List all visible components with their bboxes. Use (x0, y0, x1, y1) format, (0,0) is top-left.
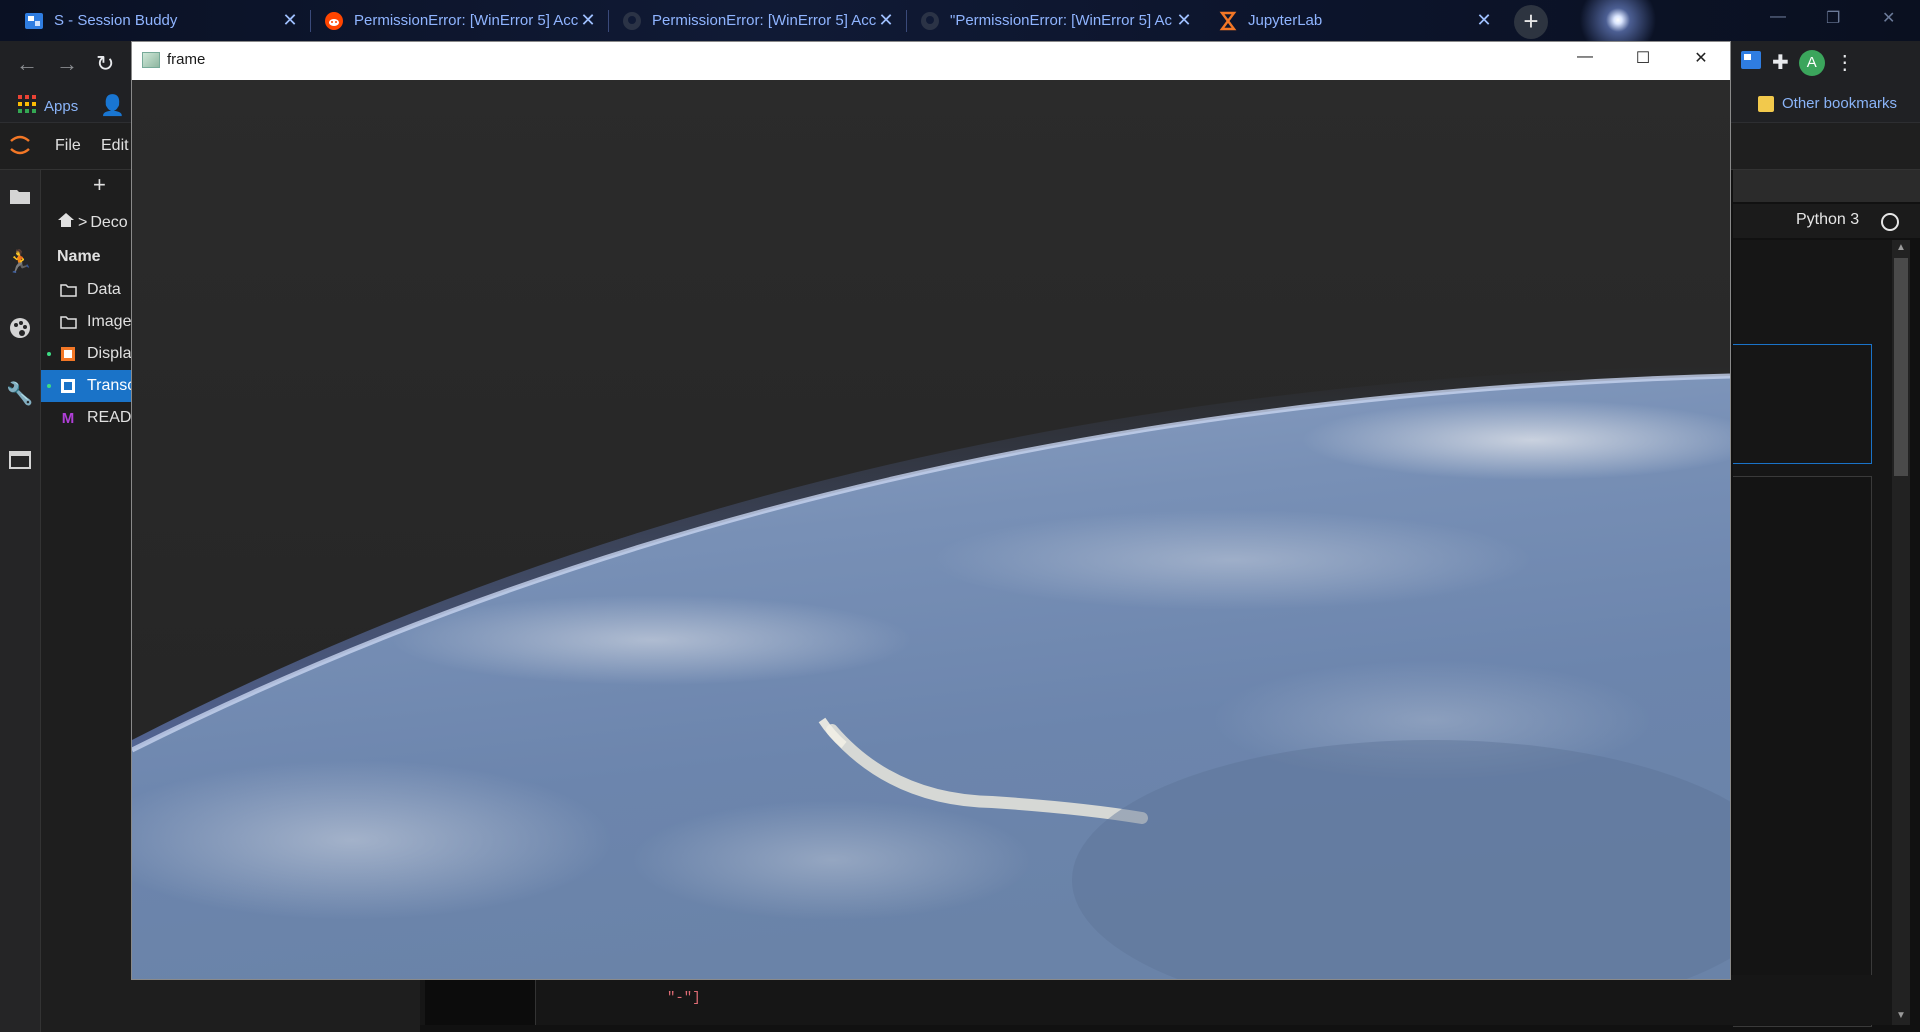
code-cell-bottom (420, 975, 1892, 1025)
frame-window-title: frame (167, 51, 206, 68)
app-window-icon (142, 52, 160, 68)
tab-title: PermissionError: [WinError 5] Acc (652, 12, 876, 29)
markdown-icon: M (61, 409, 75, 427)
forward-icon[interactable]: → (56, 51, 78, 77)
reload-icon[interactable]: ↻ (96, 51, 114, 77)
code-line: "-"] (667, 990, 701, 1006)
tab-title: S - Session Buddy (54, 12, 178, 29)
folder-icon (59, 314, 77, 330)
extension-icon-session-buddy[interactable] (1740, 49, 1762, 76)
notebook-icon (59, 378, 77, 394)
browser-tab-strip: S - Session Buddy ✕ PermissionError: [Wi… (0, 0, 1920, 41)
column-header-name[interactable]: Name (57, 248, 101, 266)
bookmark-other-label: Other bookmarks (1782, 95, 1898, 112)
menu-kebab-icon[interactable]: ⋮ (1835, 50, 1855, 75)
apps-grid-icon (18, 95, 36, 117)
back-icon[interactable]: ← (16, 51, 38, 77)
close-icon[interactable]: ✕ (280, 10, 300, 31)
notebook-scrollbar[interactable]: ▲ ▼ (1892, 240, 1910, 1025)
close-icon[interactable]: ✕ (1474, 10, 1494, 31)
frame-titlebar[interactable]: frame — ☐ ✕ (132, 42, 1730, 80)
menu-file[interactable]: File (55, 137, 81, 155)
video-frame-canvas (132, 80, 1730, 979)
person-icon[interactable]: 👤 (100, 93, 125, 118)
new-launcher-button[interactable]: + (93, 172, 106, 198)
breadcrumb-folder[interactable]: Deco (90, 214, 127, 232)
close-icon[interactable]: ✕ (1678, 48, 1724, 74)
earth-horizon-image (132, 80, 1730, 979)
tab-session-buddy[interactable]: S - Session Buddy ✕ (12, 0, 312, 41)
scroll-thumb[interactable] (1894, 258, 1908, 476)
code-text: "-"] (667, 990, 701, 1006)
github-icon (920, 11, 940, 31)
close-window-icon[interactable]: ✕ (1882, 8, 1895, 28)
menu-edit[interactable]: Edit (101, 137, 129, 155)
scroll-down-icon[interactable]: ▼ (1894, 1010, 1908, 1021)
tab-reddit-permission-error[interactable]: PermissionError: [WinError 5] Acc ✕ (312, 0, 610, 41)
kernel-name[interactable]: Python 3 (1796, 211, 1859, 229)
tab-jupyterlab[interactable]: JupyterLab ✕ (1206, 0, 1506, 41)
tab-title: PermissionError: [WinError 5] Acc (354, 12, 578, 29)
tab-title: JupyterLab (1248, 12, 1323, 29)
breadcrumb-separator: > (78, 213, 88, 231)
puzzle-icon[interactable]: ✚ (1772, 50, 1789, 75)
reddit-icon (324, 11, 344, 31)
notebook-toolbar: Python 3 (1733, 204, 1920, 238)
tabs-icon[interactable] (8, 448, 32, 472)
running-icon[interactable]: 🏃 (6, 249, 33, 274)
minimize-icon[interactable]: — (1562, 48, 1608, 74)
bookmark-apps-label: Apps (44, 97, 79, 115)
github-icon (622, 11, 642, 31)
close-icon[interactable]: ✕ (1174, 10, 1194, 31)
bookmark-other[interactable]: Other bookmarks (1758, 95, 1897, 112)
wrench-icon[interactable]: 🔧 (6, 381, 33, 406)
minimize-icon[interactable]: — (1770, 8, 1786, 26)
running-indicator (47, 384, 51, 388)
tab-github-permission-error[interactable]: PermissionError: [WinError 5] Acc ✕ (610, 0, 908, 41)
extension-area: ✚ A ⋮ (1712, 49, 1855, 76)
restore-icon[interactable]: ❐ (1826, 8, 1840, 28)
jupyter-icon (1218, 11, 1238, 31)
jupyter-logo-icon (8, 133, 32, 162)
notebook-tab-bar (1733, 170, 1920, 202)
home-icon[interactable] (57, 212, 75, 233)
cell-prompt-gutter (425, 975, 536, 1025)
session-buddy-icon (24, 11, 44, 31)
tab-title: "PermissionError: [WinError 5] Ac (950, 12, 1173, 29)
frame-window: frame — ☐ ✕ (131, 41, 1731, 980)
tab-divider (310, 10, 311, 32)
code-cell[interactable] (1733, 476, 1872, 1027)
new-tab-button[interactable]: + (1514, 5, 1548, 39)
tab-divider (608, 10, 609, 32)
folder-icon (59, 282, 77, 298)
running-indicator (47, 352, 51, 356)
file-name: Transc (87, 377, 136, 394)
scroll-up-icon[interactable]: ▲ (1894, 242, 1908, 253)
file-name: Image (87, 313, 132, 330)
active-cell[interactable] (1733, 344, 1872, 464)
close-icon[interactable]: ✕ (578, 10, 598, 31)
breadcrumb: > Deco (57, 212, 128, 233)
kernel-status-icon (1881, 213, 1899, 231)
maximize-icon[interactable]: ☐ (1620, 48, 1666, 74)
bookmark-apps[interactable]: Apps (18, 95, 78, 117)
jupyter-activity-bar: 🏃 🔧 (0, 170, 41, 1032)
close-icon[interactable]: ✕ (876, 10, 896, 31)
tab-github-permission-error-2[interactable]: "PermissionError: [WinError 5] Ac ✕ (908, 0, 1206, 41)
palette-icon[interactable] (8, 316, 32, 340)
tab-divider (906, 10, 907, 32)
file-name: Data (87, 281, 121, 298)
folder-icon (1758, 95, 1774, 112)
avatar[interactable]: A (1798, 49, 1825, 76)
notebook-icon (59, 346, 77, 362)
file-name: Displa (87, 345, 132, 362)
folder-icon[interactable] (8, 184, 32, 208)
